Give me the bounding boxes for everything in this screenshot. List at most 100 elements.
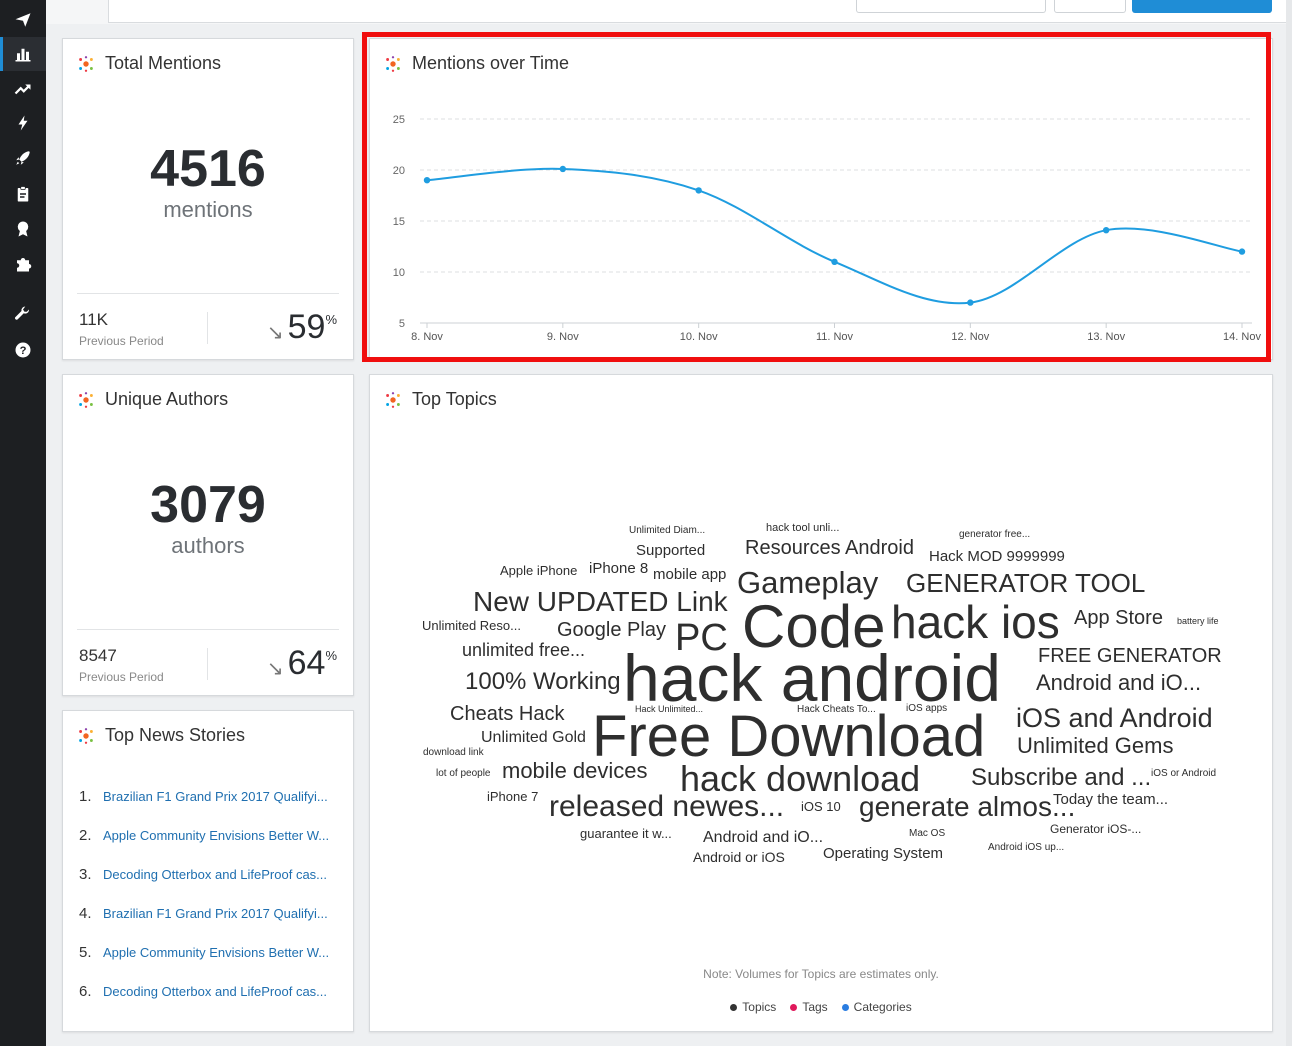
- y-tick-label: 20: [393, 165, 405, 177]
- topic-word[interactable]: Android and iO...: [703, 830, 823, 846]
- toolbar-secondary-button[interactable]: [1054, 0, 1126, 13]
- sidebar-item-trends[interactable]: [0, 72, 46, 106]
- topic-word[interactable]: Android or iOS: [693, 850, 785, 864]
- previous-period-label: Previous Period: [79, 670, 164, 684]
- topic-word[interactable]: released newes...: [549, 792, 784, 822]
- topic-word[interactable]: generator free...: [959, 530, 1030, 540]
- y-tick-label: 15: [393, 216, 405, 228]
- news-link[interactable]: Decoding Otterbox and LifeProof cas...: [103, 867, 327, 882]
- top-news-widget: Top News Stories 1. Brazilian F1 Grand Pr…: [62, 710, 354, 1032]
- previous-period-value: 11K: [79, 310, 108, 329]
- topic-word[interactable]: Unlimited Diam...: [629, 526, 705, 536]
- widget-footer: 11K Previous Period ↘ 59 %: [77, 293, 339, 360]
- news-item: 5. Apple Community Envisions Better W...: [79, 933, 343, 972]
- topic-word[interactable]: hack ios: [891, 599, 1060, 645]
- topic-word[interactable]: Unlimited Gems: [1017, 735, 1173, 757]
- sidebar-item-reports[interactable]: [0, 177, 46, 211]
- topic-word[interactable]: hack tool unli...: [766, 523, 839, 534]
- sidebar-item-launch[interactable]: [0, 141, 46, 175]
- topic-word[interactable]: Supported: [636, 543, 705, 558]
- arrow-down-right-icon: ↘: [266, 322, 284, 344]
- topic-word[interactable]: iOS and Android: [1016, 705, 1213, 732]
- topic-word[interactable]: battery life: [1177, 617, 1219, 626]
- topic-word[interactable]: 100% Working: [465, 670, 621, 694]
- y-tick-label: 5: [399, 318, 405, 330]
- topic-word[interactable]: iOS 10: [801, 800, 841, 813]
- change-percent: ↘ 64 %: [267, 644, 337, 683]
- news-item: 1. Brazilian F1 Grand Prix 2017 Qualifyi.…: [79, 777, 343, 816]
- legend-label: Tags: [802, 1000, 828, 1014]
- topic-word[interactable]: Apple iPhone: [500, 564, 577, 577]
- news-link[interactable]: Apple Community Envisions Better W...: [103, 828, 329, 843]
- topic-word[interactable]: Operating System: [823, 846, 943, 861]
- mentions-line-chart[interactable]: 5 10 15 20 25 8. Nov 9. Nov 10. Nov 11. Nov 12. N…: [370, 39, 1272, 359]
- mentions-over-time-widget: Mentions over Time 5 10 15 20 25 8. Nov 9. Nov…: [369, 38, 1273, 360]
- change-value: 59: [287, 308, 326, 346]
- news-link[interactable]: Brazilian F1 Grand Prix 2017 Qualifyi...: [103, 906, 328, 921]
- percent-symbol: %: [325, 648, 337, 663]
- sidebar-item-analytics[interactable]: [0, 37, 46, 71]
- topic-word[interactable]: Google Play: [557, 620, 666, 640]
- x-tick-label: 14. Nov: [1223, 331, 1261, 343]
- topic-word[interactable]: unlimited free...: [462, 641, 585, 659]
- topic-word[interactable]: iPhone 7: [487, 790, 538, 803]
- topic-word[interactable]: Unlimited Gold: [481, 730, 586, 746]
- topic-word[interactable]: iPhone 8: [589, 561, 648, 576]
- legend-item-categories[interactable]: Categories: [841, 1000, 912, 1014]
- sidebar-item-settings[interactable]: [0, 297, 46, 331]
- puzzle-icon: [17, 258, 32, 272]
- bar-chart-icon: [15, 48, 31, 62]
- topic-word[interactable]: Resources Android: [745, 538, 914, 558]
- y-tick-label: 25: [393, 114, 405, 126]
- sidebar-item-alerts[interactable]: [0, 106, 46, 140]
- widget-title: Unique Authors: [105, 389, 229, 409]
- x-tick-label: 12. Nov: [951, 331, 989, 343]
- topic-word[interactable]: generate almos...: [859, 793, 1075, 821]
- topic-word[interactable]: lot of people: [436, 769, 491, 779]
- sidebar-item-integrations[interactable]: [0, 247, 46, 281]
- x-tick-label: 8. Nov: [411, 331, 443, 343]
- sidebar-item-achievements[interactable]: [0, 212, 46, 246]
- topic-word[interactable]: Generator iOS-...: [1050, 823, 1141, 835]
- toolbar-primary-button[interactable]: [1132, 0, 1272, 13]
- toolbar-dropdown[interactable]: [856, 0, 1046, 13]
- topic-word[interactable]: New UPDATED Link: [473, 588, 728, 616]
- topic-word[interactable]: Mac OS: [909, 829, 945, 839]
- topic-word[interactable]: download link: [423, 748, 484, 758]
- topics-note: Note: Volumes for Topics are estimates o…: [703, 967, 939, 981]
- legend-item-topics[interactable]: Topics: [730, 1000, 776, 1014]
- news-link[interactable]: Decoding Otterbox and LifeProof cas...: [103, 984, 327, 999]
- widget-header: Total Mentions: [77, 53, 221, 74]
- topic-word[interactable]: Today the team...: [1053, 792, 1168, 807]
- data-point: [831, 258, 838, 265]
- topic-word[interactable]: hack android: [623, 645, 1001, 711]
- topic-word[interactable]: Android and iO...: [1036, 672, 1201, 694]
- news-link[interactable]: Brazilian F1 Grand Prix 2017 Qualifyi...: [103, 789, 328, 804]
- news-link[interactable]: Apple Community Envisions Better W...: [103, 945, 329, 960]
- top-topics-widget: Top Topics Unlimited Diam... hack tool u…: [369, 374, 1273, 1032]
- percent-symbol: %: [325, 312, 337, 327]
- topic-word[interactable]: guarantee it w...: [580, 827, 672, 840]
- topic-word[interactable]: Android iOS up...: [988, 843, 1064, 853]
- topic-word[interactable]: App Store: [1074, 608, 1163, 628]
- topic-word[interactable]: FREE GENERATOR: [1038, 646, 1222, 666]
- news-rank: 3.: [79, 866, 92, 883]
- topic-word[interactable]: Hack MOD 9999999: [929, 549, 1065, 564]
- widget-title: Top News Stories: [105, 725, 246, 745]
- topic-word[interactable]: mobile devices: [502, 760, 648, 782]
- widget-header: Unique Authors: [77, 389, 228, 410]
- topic-word[interactable]: GENERATOR TOOL: [906, 570, 1145, 596]
- widget-logo-icon: [79, 727, 93, 744]
- series-line: [426, 167, 1243, 305]
- topic-word[interactable]: Subscribe and ...: [971, 766, 1151, 790]
- x-tick-label: 10. Nov: [680, 331, 718, 343]
- sidebar-item-help[interactable]: ?: [0, 333, 46, 367]
- sidebar-item-publish[interactable]: [0, 3, 46, 37]
- topic-word[interactable]: Unlimited Reso...: [422, 619, 521, 632]
- legend-item-tags[interactable]: Tags: [790, 1000, 828, 1014]
- unique-authors-widget: Unique Authors 3079 authors 8547 Previou…: [62, 374, 354, 696]
- topic-word[interactable]: Cheats Hack: [450, 704, 565, 724]
- topic-word[interactable]: iOS or Android: [1151, 769, 1216, 779]
- trending-up-icon: [14, 84, 31, 95]
- topic-word[interactable]: mobile app: [653, 567, 726, 582]
